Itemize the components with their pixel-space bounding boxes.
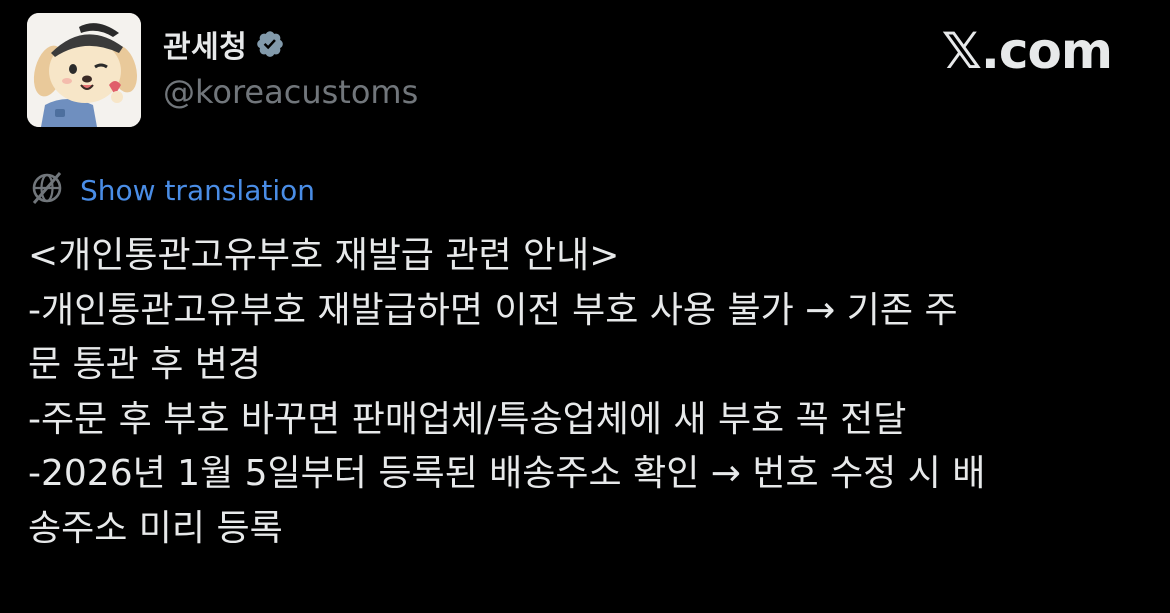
show-translation-link[interactable]: Show translation	[80, 174, 315, 207]
verified-badge-icon	[255, 29, 285, 59]
translation-row[interactable]: Show translation	[28, 170, 315, 210]
tweet-line: -2026년 1월 5일부터 등록된 배송주소 확인 → 번호 수정 시 배	[28, 453, 986, 494]
x-com-brand-label: 𝕏.com	[941, 22, 1113, 80]
tweet-line: <개인통관고유부호 재발급 관련 안내>	[28, 235, 620, 276]
avatar[interactable]	[27, 13, 141, 127]
tweet-line: 송주소 미리 등록	[28, 507, 283, 549]
puppy-avatar-illustration	[27, 13, 141, 127]
tweet-line: -주문 후 부호 바꾸면 판매업체/특송업체에 새 부호 꼭 전달	[28, 398, 907, 440]
author-display-name[interactable]: 관세청	[163, 22, 247, 66]
author-name-row: 관세청	[163, 22, 285, 66]
tweet-text: <개인통관고유부호 재발급 관련 안내> -개인통관고유부호 재발급하면 이전 …	[28, 229, 1138, 556]
globe-icon	[28, 169, 66, 211]
author-handle[interactable]: @koreacustoms	[163, 73, 418, 111]
tweet-line: 문 통관 후 변경	[28, 344, 262, 385]
tweet-line: -개인통관고유부호 재발급하면 이전 부호 사용 불가 → 기존 주	[28, 289, 958, 331]
